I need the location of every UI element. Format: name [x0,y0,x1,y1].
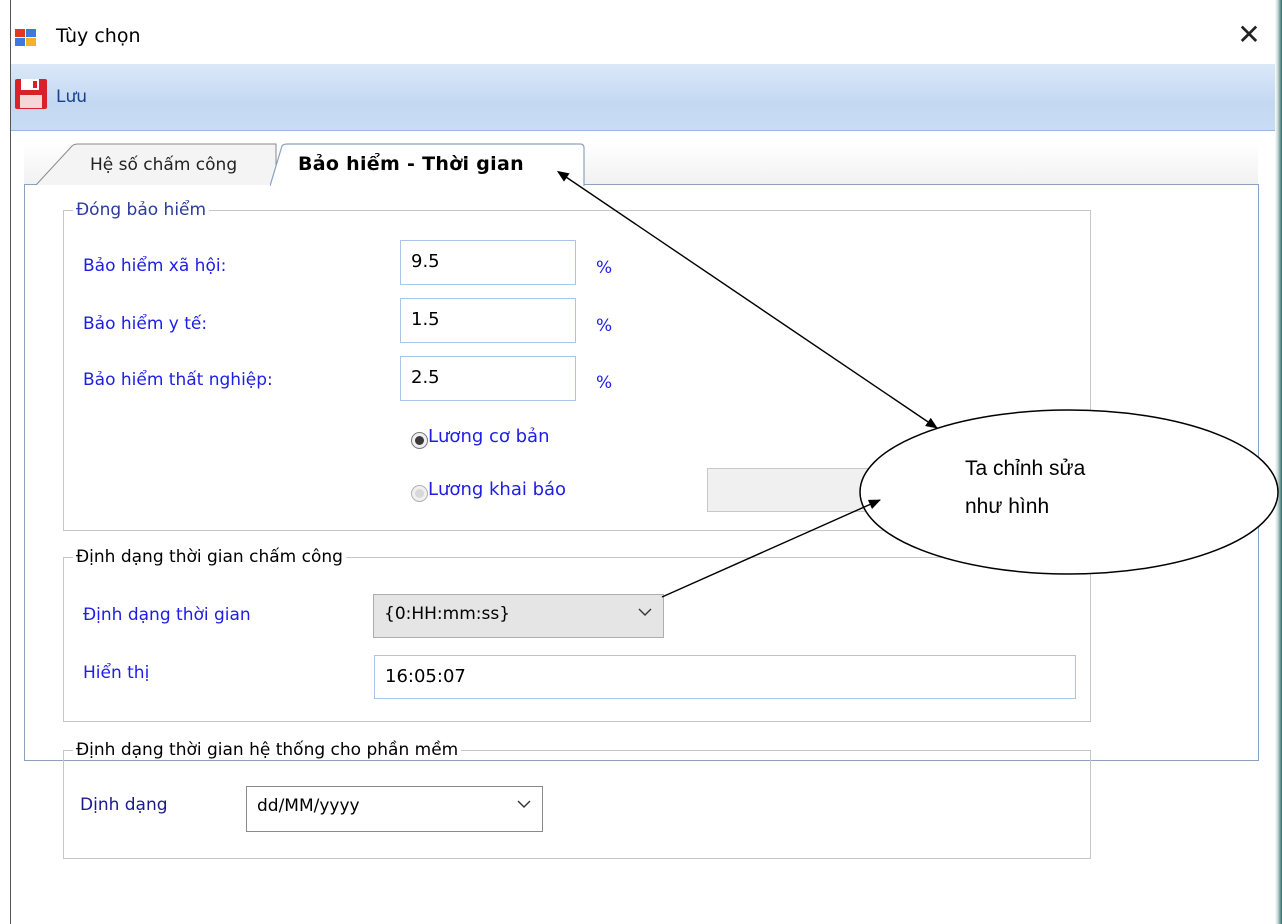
percent-unit: % [596,373,613,393]
display-output[interactable]: 16:05:07 [374,655,1076,699]
time-format-label: Định dạng thời gian [83,605,251,625]
radio-declared-salary[interactable] [411,485,428,502]
radio-declared-salary-label: Lương khai báo [428,479,567,500]
system-format-select[interactable]: dd/MM/yyyy [246,786,543,832]
health-insurance-label: Bảo hiểm y tế: [83,314,208,334]
annotation-line-2: như hình [965,495,1050,518]
percent-unit: % [596,258,613,278]
radio-base-salary[interactable] [411,432,428,449]
window-title: Tùy chọn [56,25,141,47]
group-legend: Định dạng thời gian chấm công [76,547,343,567]
health-insurance-input[interactable]: 1.5 [400,298,576,343]
window-left-border [10,0,11,924]
unemployment-insurance-input[interactable]: 2.5 [400,356,576,401]
group-legend: Định dạng thời gian hệ thống cho phần mề… [76,740,459,760]
time-format-value: {0:HH:mm:ss} [384,604,511,624]
save-label: Lưu [56,87,88,107]
annotation-text: Ta chỉnh sửa như hình [965,450,1085,526]
tab-label: Hệ số chấm công [90,155,238,175]
social-insurance-input[interactable]: 9.5 [400,240,576,285]
tab-label: Bảo hiểm - Thời gian [298,153,524,175]
tab-bao-hiem-thoi-gian[interactable]: Bảo hiểm - Thời gian [270,143,586,186]
system-format-label: Dịnh dạng [80,795,168,815]
radio-empty-dot [415,489,424,498]
percent-unit: % [596,316,613,336]
group-legend: Đóng bảo hiểm [76,200,207,220]
unemployment-insurance-label: Bảo hiểm thất nghiệp: [83,370,273,390]
annotation-line-1: Ta chỉnh sửa [965,457,1086,480]
chevron-down-icon [517,800,531,808]
time-format-select[interactable]: {0:HH:mm:ss} [373,594,664,638]
toolbar [11,64,1275,131]
radio-selected-dot [415,436,424,445]
save-button[interactable]: Lưu [14,74,114,118]
display-label: Hiển thị [83,663,150,683]
floppy-disk-icon [14,78,48,110]
close-icon[interactable]: ✕ [1236,20,1262,50]
social-insurance-label: Bảo hiểm xã hội: [83,256,227,276]
tab-he-so-cham-cong[interactable]: Hệ số chấm công [36,143,296,185]
window-app-icon [15,27,37,47]
radio-base-salary-label: Lương cơ bản [428,426,550,447]
chevron-down-icon [638,608,652,616]
system-format-value: dd/MM/yyyy [257,796,360,816]
system-time-group: Định dạng thời gian hệ thống cho phần mề… [63,740,1091,859]
